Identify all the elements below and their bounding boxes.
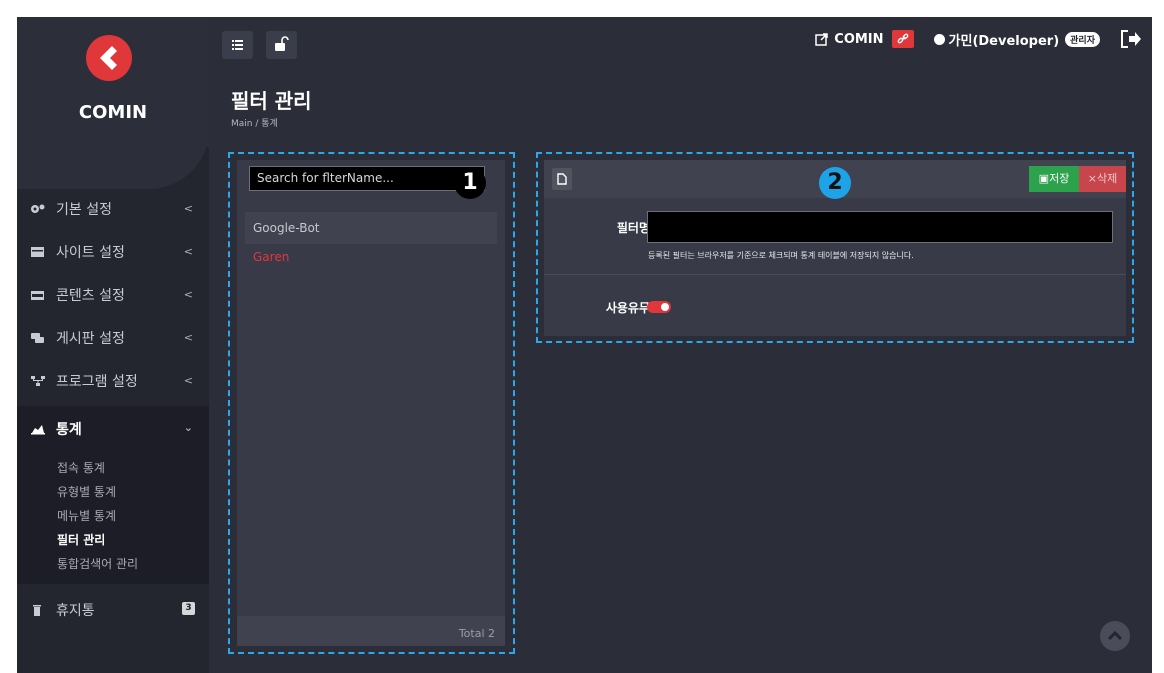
annotation-badge-2: 2: [819, 167, 851, 199]
chevron-down-icon: ⌄: [183, 421, 193, 434]
sidebar-item-board-settings[interactable]: 게시판 설정 <: [17, 316, 209, 359]
submenu-item-type-stats[interactable]: 유형별 통계: [17, 480, 209, 504]
area-chart-icon: [31, 425, 45, 435]
sidebar-header-curve: [17, 129, 209, 189]
link-button[interactable]: [891, 30, 914, 48]
gears-icon: [31, 204, 45, 213]
breadcrumb: Main / 통계: [231, 119, 278, 129]
sidebar-item-label: 기본 설정: [56, 201, 112, 218]
chevron-left-icon: <: [183, 288, 193, 301]
user-icon: [933, 33, 945, 45]
window-icon: [31, 246, 44, 257]
page-title: 필터 관리: [231, 89, 312, 113]
trash-icon: [33, 604, 41, 616]
brand-name: COMIN: [78, 102, 148, 123]
sidebar-item-basic-settings[interactable]: 기본 설정 <: [17, 187, 209, 230]
external-link-icon: [815, 32, 829, 46]
sidebar-menu: 기본 설정 < 사이트 설정 < 콘텐츠 설정 < 게시판 설정 < 프로그램 …: [17, 187, 209, 631]
sidebar-item-label: 휴지통: [56, 602, 95, 619]
use-toggle[interactable]: [647, 301, 671, 313]
role-badge: 관리자: [1065, 31, 1100, 47]
save-button[interactable]: ▣저장: [1029, 166, 1079, 192]
sidebar-item-label: 게시판 설정: [56, 330, 125, 347]
site-link-label: COMIN: [834, 31, 884, 47]
unlock-button[interactable]: [266, 31, 297, 59]
screenshot-frame: COMIN 기본 설정 < 사이트 설정 < 콘텐츠 설정 < 게시판 설정 <: [0, 0, 1164, 673]
toggle-knob: [661, 303, 669, 311]
save-icon: ▣: [1038, 172, 1050, 185]
unlock-icon: [275, 36, 289, 51]
list-icon: [232, 40, 243, 50]
list-item[interactable]: Google-Bot: [245, 212, 497, 244]
sitemap-icon: [31, 375, 45, 386]
chevron-left-icon: <: [183, 374, 193, 387]
sidebar-item-site-settings[interactable]: 사이트 설정 <: [17, 230, 209, 273]
new-document-button[interactable]: [552, 168, 572, 190]
sidebar: COMIN 기본 설정 < 사이트 설정 < 콘텐츠 설정 < 게시판 설정 <: [17, 17, 209, 673]
submenu-item-filter-management[interactable]: 필터 관리: [17, 528, 209, 552]
chevron-left-icon: <: [183, 245, 193, 258]
trash-count-badge: 3: [182, 602, 195, 615]
site-link[interactable]: COMIN: [815, 30, 914, 48]
submenu-item-menu-stats[interactable]: 메뉴별 통계: [17, 504, 209, 528]
filter-list-panel: Search for flterName... Google-Bot Garen…: [237, 160, 505, 646]
filter-name-label: 필터명: [616, 221, 650, 235]
app-window: COMIN 기본 설정 < 사이트 설정 < 콘텐츠 설정 < 게시판 설정 <: [17, 17, 1152, 673]
link-icon: [897, 33, 908, 44]
sidebar-item-program-settings[interactable]: 프로그램 설정 <: [17, 359, 209, 402]
sidebar-item-label: 통계: [56, 422, 82, 438]
filter-search-input[interactable]: Search for flterName...: [249, 166, 485, 191]
document-icon: [557, 173, 567, 185]
submenu-item-access-stats[interactable]: 접속 통계: [17, 456, 209, 480]
annotation-badge-1: 1: [454, 167, 486, 199]
sidebar-item-label: 사이트 설정: [56, 244, 125, 261]
filter-name-input[interactable]: [647, 211, 1113, 243]
delete-button[interactable]: ×삭제: [1079, 166, 1126, 192]
chevron-left-icon: <: [183, 202, 193, 215]
user-menu[interactable]: 가민(Developer) 관리자: [933, 30, 1100, 49]
logo-icon[interactable]: [86, 35, 132, 81]
statistics-submenu: 접속 통계 유형별 통계 메뉴별 통계 필터 관리 통합검색어 관리: [17, 452, 209, 584]
list-item[interactable]: Garen: [245, 244, 497, 270]
chat-icon: [31, 332, 44, 343]
filter-name-hint: 등록된 필터는 브라우저를 기준으로 체크되며 통계 테이블에 저장되지 않습니…: [648, 251, 914, 260]
filter-total: Total 2: [237, 616, 505, 646]
divider: [544, 274, 1126, 275]
user-name: 가민(Developer): [948, 33, 1060, 49]
logout-icon[interactable]: [1120, 30, 1142, 48]
list-view-button[interactable]: [222, 31, 253, 59]
use-toggle-label: 사용유무: [605, 301, 650, 315]
header-actions: COMIN 가민(Developer) 관리자: [815, 27, 1152, 51]
sidebar-item-statistics[interactable]: 통계 ⌄: [17, 406, 209, 452]
delete-label: 삭제: [1096, 172, 1118, 185]
filter-list: Google-Bot Garen: [245, 212, 497, 270]
sidebar-item-label: 프로그램 설정: [56, 373, 138, 390]
chevron-up-icon: [1107, 630, 1123, 641]
close-icon: ×: [1087, 172, 1097, 185]
sidebar-item-content-settings[interactable]: 콘텐츠 설정 <: [17, 273, 209, 316]
scroll-to-top-button[interactable]: [1100, 621, 1130, 651]
save-label: 저장: [1049, 172, 1070, 185]
sidebar-item-trash[interactable]: 휴지통 3: [17, 588, 209, 631]
submenu-item-search-term-management[interactable]: 통합검색어 관리: [17, 552, 209, 576]
chevron-left-icon: <: [183, 331, 193, 344]
card-icon: [31, 290, 44, 300]
sidebar-item-label: 콘텐츠 설정: [56, 287, 125, 304]
